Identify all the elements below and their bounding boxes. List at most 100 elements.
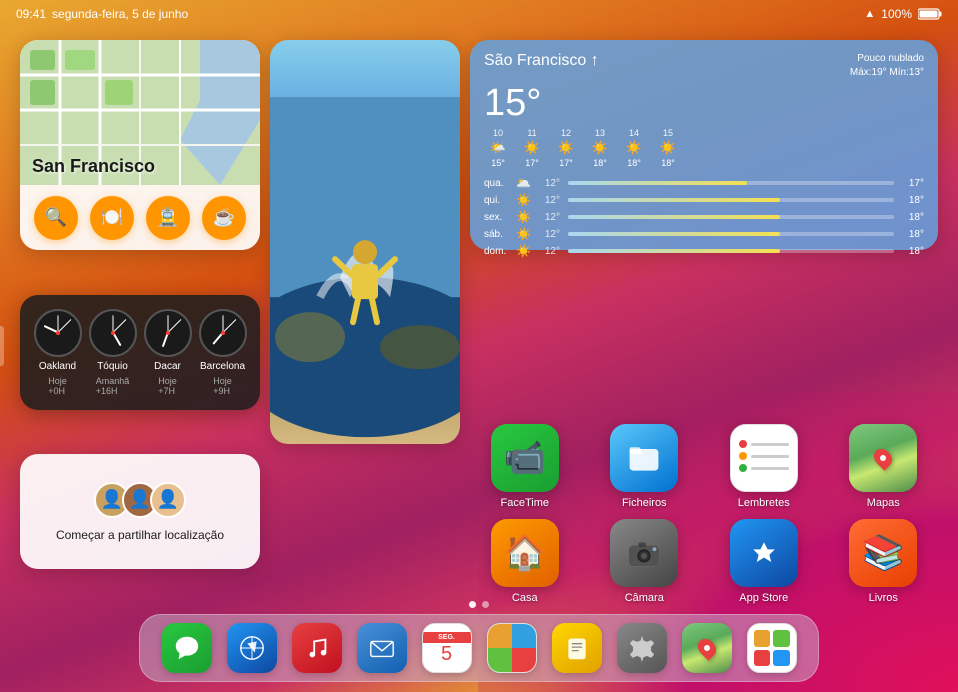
app-appstore[interactable]: App Store — [709, 519, 819, 604]
weather-temperature: 15° — [484, 84, 924, 122]
forecast-bar-wed — [568, 181, 894, 185]
photos-icon — [488, 624, 536, 672]
clock-label-dakar: Hoje+7H — [158, 376, 177, 396]
page-dot-2[interactable] — [482, 601, 489, 608]
app-maps[interactable]: Mapas — [829, 424, 939, 509]
dock-safari[interactable] — [227, 623, 277, 673]
clock-center — [111, 331, 115, 335]
maps-icon — [849, 424, 917, 492]
dock-messages[interactable] — [162, 623, 212, 673]
dock-notes[interactable] — [552, 623, 602, 673]
page-indicators — [0, 601, 958, 608]
main-content: San Francisco 🔍 🍽️ 🚊 ☕ — [0, 28, 958, 612]
forecast-bar-sat — [568, 232, 894, 236]
battery-percent: 100% — [881, 7, 912, 21]
clock-widget: Oakland Hoje+0H Tóquio Amanhã+16H Dacar … — [20, 295, 260, 410]
books-icon: 📚 — [849, 519, 917, 587]
reminders-label: Lembretes — [738, 497, 790, 509]
hour-11: 11 ☀️ 17° — [518, 128, 546, 168]
app-grid: 📹 FaceTime Ficheiros — [470, 204, 938, 604]
dock-calendar[interactable]: SEG. 5 — [422, 623, 472, 673]
clock-city-dakar: Dacar — [154, 361, 181, 372]
clock-dakar: Dacar Hoje+7H — [144, 309, 192, 396]
dock-multitask[interactable] — [747, 623, 797, 673]
maps-map: San Francisco — [20, 40, 260, 185]
clock-center — [166, 331, 170, 335]
weather-hourly-forecast: 10 🌤️ 15° 11 ☀️ 17° 12 ☀️ 17° 13 ☀️ 18° … — [484, 128, 924, 168]
home-icon: 🏠 — [491, 519, 559, 587]
forecast-bar-fri — [568, 215, 894, 219]
hour-13: 13 ☀️ 18° — [586, 128, 614, 168]
facetime-label: FaceTime — [501, 497, 550, 509]
camera-icon — [610, 519, 678, 587]
dock-mail[interactable] — [357, 623, 407, 673]
clock-face-oakland — [34, 309, 82, 357]
clock-tokyo: Tóquio Amanhã+16H — [89, 309, 137, 396]
avatar-3: 👤 — [150, 482, 186, 518]
weather-condition-label: Pouco nublado — [850, 52, 924, 66]
clock-city-barcelona: Barcelona — [200, 361, 245, 372]
clock-oakland: Oakland Hoje+0H — [34, 309, 82, 396]
clock-label-oakland: Hoje+0H — [48, 376, 67, 396]
location-sharing-widget[interactable]: 👤 👤 👤 Começar a partilhar localização — [20, 454, 260, 569]
maps-food-button[interactable]: 🍽️ — [90, 196, 134, 240]
files-label: Ficheiros — [622, 497, 667, 509]
clock-city-tokyo: Tóquio — [97, 361, 128, 372]
page-dot-1[interactable] — [469, 601, 476, 608]
maps-search-button[interactable]: 🔍 — [34, 196, 78, 240]
location-sharing-text: Começar a partilhar localização — [56, 528, 224, 542]
clock-face-tokyo — [89, 309, 137, 357]
forecast-bar-sun — [568, 249, 894, 253]
reminders-icon — [730, 424, 798, 492]
weather-location-icon: ↑ — [591, 52, 599, 69]
clock-label-tokyo: Amanhã+16H — [96, 376, 130, 396]
multitask-icon — [748, 624, 796, 672]
maps-action-buttons: 🔍 🍽️ 🚊 ☕ — [20, 185, 260, 250]
calendar-day-label: SEG. — [423, 632, 471, 643]
clock-face-barcelona — [199, 309, 247, 357]
photo-widget — [270, 40, 460, 444]
app-reminders[interactable]: Lembretes — [709, 424, 819, 509]
dock-settings[interactable] — [617, 623, 667, 673]
battery-icon — [918, 8, 942, 20]
dock-music[interactable] — [292, 623, 342, 673]
app-camera[interactable]: Câmara — [590, 519, 700, 604]
date: segunda-feira, 5 de junho — [52, 7, 188, 21]
maps-label: Mapas — [867, 497, 900, 509]
maps-widget[interactable]: San Francisco 🔍 🍽️ 🚊 ☕ — [20, 40, 260, 250]
app-facetime[interactable]: 📹 FaceTime — [470, 424, 580, 509]
facetime-icon: 📹 — [491, 424, 559, 492]
maps-transit-button[interactable]: 🚊 — [146, 196, 190, 240]
hour-10: 10 🌤️ 15° — [484, 128, 512, 168]
weather-city-text: São Francisco — [484, 52, 586, 69]
weather-city-name: São Francisco ↑ — [484, 52, 599, 70]
clock-center — [56, 331, 60, 335]
calendar-date-num: 5 — [441, 643, 452, 664]
clock-label-barcelona: Hoje+9H — [213, 376, 232, 396]
clock-face-dakar — [144, 309, 192, 357]
notification-center-handle[interactable] — [0, 326, 4, 366]
weather-hilo-label: Máx:19° Mín:13° — [850, 66, 924, 80]
app-files[interactable]: Ficheiros — [590, 424, 700, 509]
hour-14: 14 ☀️ 18° — [620, 128, 648, 168]
files-icon — [610, 424, 678, 492]
status-bar: 09:41 segunda-feira, 5 de junho ▲ 100% — [0, 0, 958, 28]
forecast-bar-thu — [568, 198, 894, 202]
hour-12: 12 ☀️ 17° — [552, 128, 580, 168]
maps-coffee-button[interactable]: ☕ — [202, 196, 246, 240]
dock-photos[interactable] — [487, 623, 537, 673]
weather-header: São Francisco ↑ Pouco nublado Máx:19° Mí… — [484, 52, 924, 80]
appstore-icon — [730, 519, 798, 587]
status-left: 09:41 segunda-feira, 5 de junho — [16, 7, 188, 21]
clock-barcelona: Barcelona Hoje+9H — [199, 309, 247, 396]
clock-center — [221, 331, 225, 335]
weather-condition-text: Pouco nublado Máx:19° Mín:13° — [850, 52, 924, 80]
app-books[interactable]: 📚 Livros — [829, 519, 939, 604]
weather-widget: São Francisco ↑ Pouco nublado Máx:19° Mí… — [470, 40, 938, 250]
dock-maps[interactable] — [682, 623, 732, 673]
location-avatars: 👤 👤 👤 — [94, 482, 186, 518]
clock-city-oakland: Oakland — [39, 361, 76, 372]
app-home[interactable]: 🏠 Casa — [470, 519, 580, 604]
maps-widget-title: San Francisco — [32, 156, 155, 177]
wifi-icon: ▲ — [864, 8, 875, 20]
